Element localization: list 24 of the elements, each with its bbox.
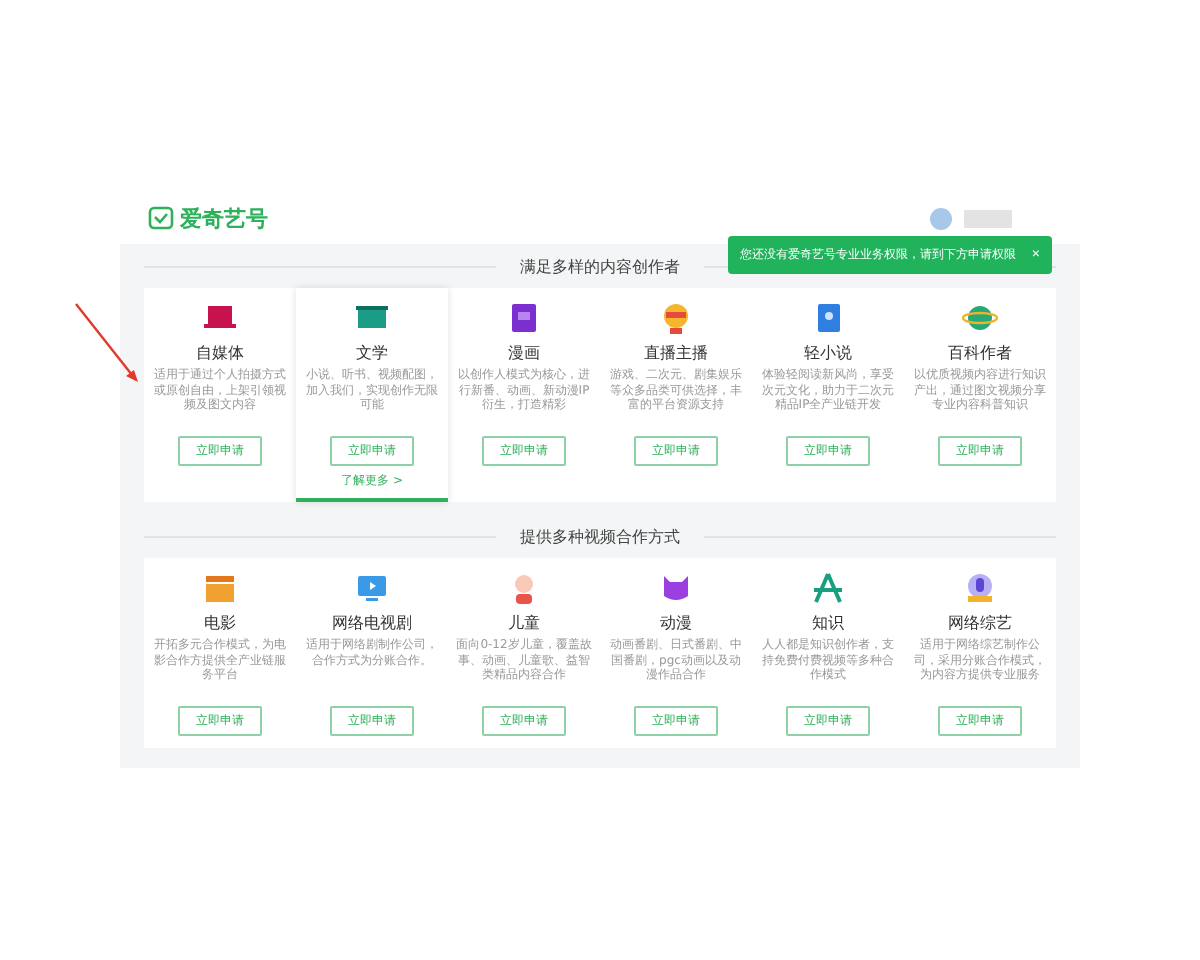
category-name: 电影 xyxy=(204,612,236,634)
logo-icon xyxy=(148,206,174,230)
username-placeholder xyxy=(964,209,1012,227)
category-name: 百科作者 xyxy=(948,342,1012,364)
arrow-drawing xyxy=(72,300,144,388)
microphone-icon xyxy=(962,570,998,606)
planet-icon xyxy=(962,300,998,336)
category-name: 动漫 xyxy=(660,612,692,634)
category-name: 漫画 xyxy=(508,342,540,364)
category-name: 网络电视剧 xyxy=(332,612,412,634)
category-name: 轻小说 xyxy=(804,342,852,364)
category-name: 文学 xyxy=(356,342,388,364)
book-icon xyxy=(506,300,542,336)
logo-text: 爱奇艺号 xyxy=(180,203,268,233)
avatar[interactable] xyxy=(930,207,952,229)
monitor-icon xyxy=(354,570,390,606)
category-name: 直播主播 xyxy=(644,342,708,364)
section-title: 提供多种视频合作方式 xyxy=(520,525,680,547)
section-title: 满足多样的内容创作者 xyxy=(520,255,680,277)
category-name: 网络综艺 xyxy=(948,612,1012,634)
category-name: 自媒体 xyxy=(196,342,244,364)
clapperboard-icon xyxy=(202,570,238,606)
category-name: 儿童 xyxy=(508,612,540,634)
category-name: 知识 xyxy=(812,612,844,634)
